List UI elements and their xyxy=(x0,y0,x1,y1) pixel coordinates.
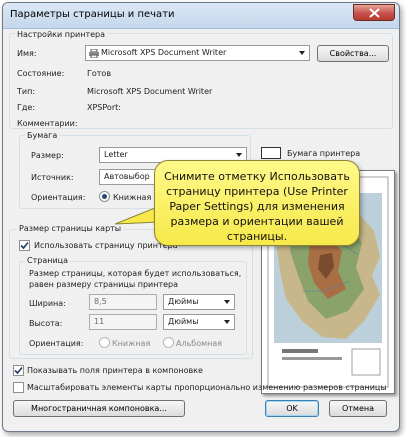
page-landscape-radio[interactable] xyxy=(163,337,174,348)
paper-size-label: Размер: xyxy=(31,151,64,160)
use-printer-page-label: Использовать страницу принтера xyxy=(34,241,178,250)
width-input[interactable]: 8,5 xyxy=(89,294,157,310)
callout-pointer xyxy=(115,208,159,225)
height-value: 11 xyxy=(94,317,105,326)
comment-label: Комментарии: xyxy=(17,119,78,128)
width-unit-value: Дюймы xyxy=(168,297,199,306)
page-setup-dialog: Параметры страницы и печати Настройки пр… xyxy=(2,2,400,432)
width-label: Ширина: xyxy=(29,299,66,308)
paper-portrait-radio[interactable] xyxy=(99,191,110,202)
page-landscape-label: Альбомная xyxy=(176,339,223,348)
height-label: Высота: xyxy=(29,319,63,328)
page-portrait-radio[interactable] xyxy=(99,337,110,348)
paper-size-value: Letter xyxy=(104,150,128,159)
checkmark-icon xyxy=(14,366,23,375)
printer-paper-label: Бумага принтера xyxy=(287,149,361,158)
window-title: Параметры страницы и печати xyxy=(10,9,175,20)
type-label: Тип: xyxy=(17,87,36,96)
tooltip-callout: Снимите отметку Использовать страницу пр… xyxy=(154,160,360,246)
status-label: Состояние: xyxy=(17,69,65,78)
chevron-down-icon xyxy=(224,300,230,304)
paper-orientation-label: Ориентация: xyxy=(31,193,86,202)
where-value: XPSPort: xyxy=(87,103,121,112)
chevron-down-icon xyxy=(299,51,305,55)
page-portrait-label: Книжная xyxy=(112,339,151,348)
scale-map-elements-label: Масштабировать элементы карты пропорцион… xyxy=(27,383,387,392)
use-printer-page-checkbox[interactable] xyxy=(19,240,30,251)
cancel-button[interactable]: Отмена xyxy=(329,400,387,417)
height-unit-value: Дюймы xyxy=(168,317,199,326)
paper-source-value: Автовыбор xyxy=(104,172,150,181)
paper-source-label: Источник: xyxy=(31,173,74,182)
printer-icon xyxy=(89,49,99,58)
printer-setup-label: Настройки принтера xyxy=(15,30,108,39)
show-printer-margins-checkbox[interactable] xyxy=(13,365,24,376)
show-printer-margins-label: Показывать поля принтера в компоновке xyxy=(27,366,203,375)
printer-paper-swatch[interactable] xyxy=(261,147,281,159)
checkmark-icon xyxy=(20,241,29,250)
status-value: Готов xyxy=(87,69,112,78)
ok-button[interactable]: OK xyxy=(265,400,319,417)
chevron-down-icon xyxy=(224,320,230,324)
where-label: Где: xyxy=(17,103,36,112)
callout-text: Снимите отметку Использовать страницу пр… xyxy=(164,170,350,243)
map-page-size-label: Размер страницы карты xyxy=(17,224,124,233)
paper-group-label: Бумага xyxy=(25,131,60,140)
close-icon xyxy=(369,8,380,18)
close-button[interactable] xyxy=(353,4,395,21)
printer-name-select[interactable]: Microsoft XPS Document Writer xyxy=(85,45,310,61)
height-input[interactable]: 11 xyxy=(89,314,157,330)
width-value: 8,5 xyxy=(94,297,107,306)
page-description-line1: Размер страницы, которая будет использов… xyxy=(29,269,242,278)
paper-portrait-label: Книжная xyxy=(113,193,152,202)
multipage-layout-button[interactable]: Многостраничная компоновка... xyxy=(13,400,185,417)
title-bar[interactable]: Параметры страницы и печати xyxy=(3,3,399,29)
height-unit-select[interactable]: Дюймы xyxy=(163,314,235,330)
printer-name-value: Microsoft XPS Document Writer xyxy=(101,48,227,57)
page-orientation-label: Ориентация: xyxy=(29,339,84,348)
chevron-down-icon xyxy=(236,153,242,157)
printer-name-label: Имя: xyxy=(17,49,37,58)
page-description-line2: равен размеру страницы принтера xyxy=(29,280,179,289)
properties-button[interactable]: Свойства... xyxy=(317,45,389,62)
type-value: Microsoft XPS Document Writer xyxy=(87,87,213,96)
width-unit-select[interactable]: Дюймы xyxy=(163,294,235,310)
scale-map-elements-checkbox[interactable] xyxy=(13,382,24,393)
page-subgroup-label: Страница xyxy=(25,256,71,265)
